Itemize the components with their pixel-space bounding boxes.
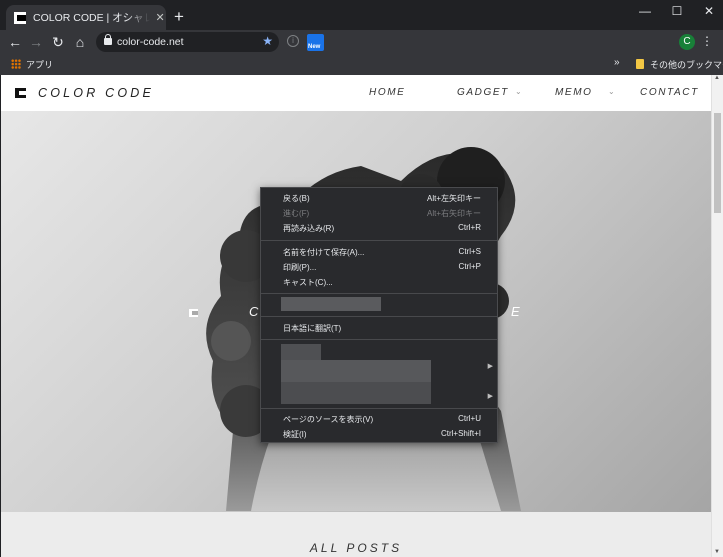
nav-memo[interactable]: MEMO <box>555 87 593 98</box>
menu-item-label: 進む(F) <box>283 209 310 218</box>
context-menu: 戻る(B) Alt+左矢印キー 進む(F) Alt+右矢印キー 再読み込み(R)… <box>260 187 498 443</box>
menu-item-label: 印刷(P)... <box>283 263 317 272</box>
site-logo-icon[interactable] <box>15 88 26 98</box>
bookmark-apps[interactable]: アプリ <box>26 58 53 71</box>
scroll-up-icon[interactable]: ▲ <box>714 75 720 81</box>
menu-item-forward[interactable]: 進む(F) Alt+右矢印キー <box>261 206 497 221</box>
lock-icon[interactable] <box>104 34 112 45</box>
profile-avatar[interactable]: C <box>679 34 695 50</box>
minimize-button[interactable]: — <box>630 4 660 18</box>
apps-grid-icon[interactable] <box>11 59 21 69</box>
menu-item-view-source[interactable]: ページのソースを表示(V) Ctrl+U <box>261 412 497 427</box>
menu-item-label: 検証(I) <box>283 430 307 439</box>
section-title: ALL POSTS <box>309 541 403 555</box>
url-text[interactable]: color-code.net <box>117 36 184 48</box>
menu-item-label: ページのソースを表示(V) <box>283 415 374 424</box>
hero-logo-icon <box>189 309 198 317</box>
forward-button[interactable]: → <box>27 33 45 51</box>
menu-separator <box>261 240 497 241</box>
menu-item-shortcut: Ctrl+P <box>458 262 481 271</box>
menu-item-label: 日本語に翻訳(T) <box>283 324 342 333</box>
reload-button[interactable]: ↻ <box>49 33 67 51</box>
bookmarks-bar: アプリ » その他のブックマーク <box>0 55 723 75</box>
redacted-menu-item[interactable] <box>281 360 431 382</box>
hero-title-start: C <box>249 304 259 319</box>
scroll-thumb[interactable] <box>714 113 721 213</box>
chevron-down-icon[interactable]: ⌄ <box>608 87 615 96</box>
menu-item-cast[interactable]: キャスト(C)... <box>261 275 497 290</box>
menu-separator <box>261 293 497 294</box>
redacted-menu-item[interactable] <box>281 344 321 360</box>
site-favicon-icon <box>14 11 26 24</box>
menu-item-back[interactable]: 戻る(B) Alt+左矢印キー <box>261 191 497 206</box>
hero-title-end: E <box>511 304 520 319</box>
site-logo[interactable]: COLOR CODE <box>38 86 154 100</box>
info-icon[interactable]: i <box>287 35 299 47</box>
folder-icon <box>636 59 644 69</box>
chevron-down-icon[interactable]: ⌄ <box>515 87 522 96</box>
extension-label: New <box>308 44 321 50</box>
bookmarks-overflow-icon[interactable]: » <box>614 57 620 68</box>
browser-toolbar: ← → ↻ ⌂ color-code.net ★ i New C ⋮ <box>0 30 723 55</box>
extension-icon[interactable]: New <box>307 34 324 51</box>
menu-item-label: 名前を付けて保存(A)... <box>283 248 365 257</box>
menu-item-save-as[interactable]: 名前を付けて保存(A)... Ctrl+S <box>261 245 497 260</box>
new-tab-button[interactable]: + <box>174 8 184 25</box>
submenu-arrow-icon: ▶ <box>487 393 493 400</box>
scroll-down-icon[interactable]: ▼ <box>714 549 720 555</box>
menu-item-shortcut: Ctrl+Shift+I <box>440 429 481 438</box>
menu-separator <box>261 408 497 409</box>
close-window-button[interactable]: ✕ <box>694 4 723 18</box>
browser-tab[interactable]: COLOR CODE | オシャレなもの好き ✕ <box>6 5 166 30</box>
menu-item-label: 再読み込み(R) <box>283 224 335 233</box>
tab-title: COLOR CODE | オシャレなもの好き <box>33 12 151 24</box>
nav-contact[interactable]: CONTACT <box>640 87 699 98</box>
menu-item-shortcut: Alt+右矢印キー <box>426 209 481 218</box>
nav-home[interactable]: HOME <box>369 87 405 98</box>
maximize-button[interactable]: ☐ <box>662 4 692 18</box>
menu-separator <box>261 316 497 317</box>
nav-gadget[interactable]: GADGET <box>457 87 509 98</box>
home-button[interactable]: ⌂ <box>71 33 89 51</box>
page-scrollbar[interactable]: ▲ ▼ <box>711 75 723 557</box>
close-tab-icon[interactable]: ✕ <box>154 11 166 24</box>
back-button[interactable]: ← <box>6 33 24 51</box>
menu-item-shortcut: Ctrl+S <box>458 247 481 256</box>
bookmark-other[interactable]: その他のブックマーク <box>650 58 723 71</box>
menu-item-inspect[interactable]: 検証(I) Ctrl+Shift+I <box>261 427 497 442</box>
menu-item-label: 戻る(B) <box>283 194 310 203</box>
menu-item-label: キャスト(C)... <box>283 278 333 287</box>
redacted-menu-item[interactable] <box>281 297 381 311</box>
title-bar: COLOR CODE | オシャレなもの好き ✕ + — ☐ ✕ <box>0 0 723 30</box>
browser-menu-icon[interactable]: ⋮ <box>701 34 713 48</box>
address-bar[interactable]: color-code.net ★ <box>96 32 279 52</box>
bookmark-star-icon[interactable]: ★ <box>262 34 273 48</box>
submenu-arrow-icon: ▶ <box>487 363 493 370</box>
redacted-menu-item[interactable] <box>281 382 431 404</box>
menu-item-shortcut: Alt+左矢印キー <box>426 194 481 203</box>
menu-item-print[interactable]: 印刷(P)... Ctrl+P <box>261 260 497 275</box>
menu-item-shortcut: Ctrl+R <box>458 223 481 232</box>
menu-separator <box>261 339 497 340</box>
site-header: COLOR CODE HOME GADGET ⌄ MEMO ⌄ CONTACT <box>1 75 711 111</box>
menu-item-translate[interactable]: 日本語に翻訳(T) <box>261 321 497 336</box>
menu-item-shortcut: Ctrl+U <box>458 414 481 423</box>
menu-item-reload[interactable]: 再読み込み(R) Ctrl+R <box>261 221 497 236</box>
